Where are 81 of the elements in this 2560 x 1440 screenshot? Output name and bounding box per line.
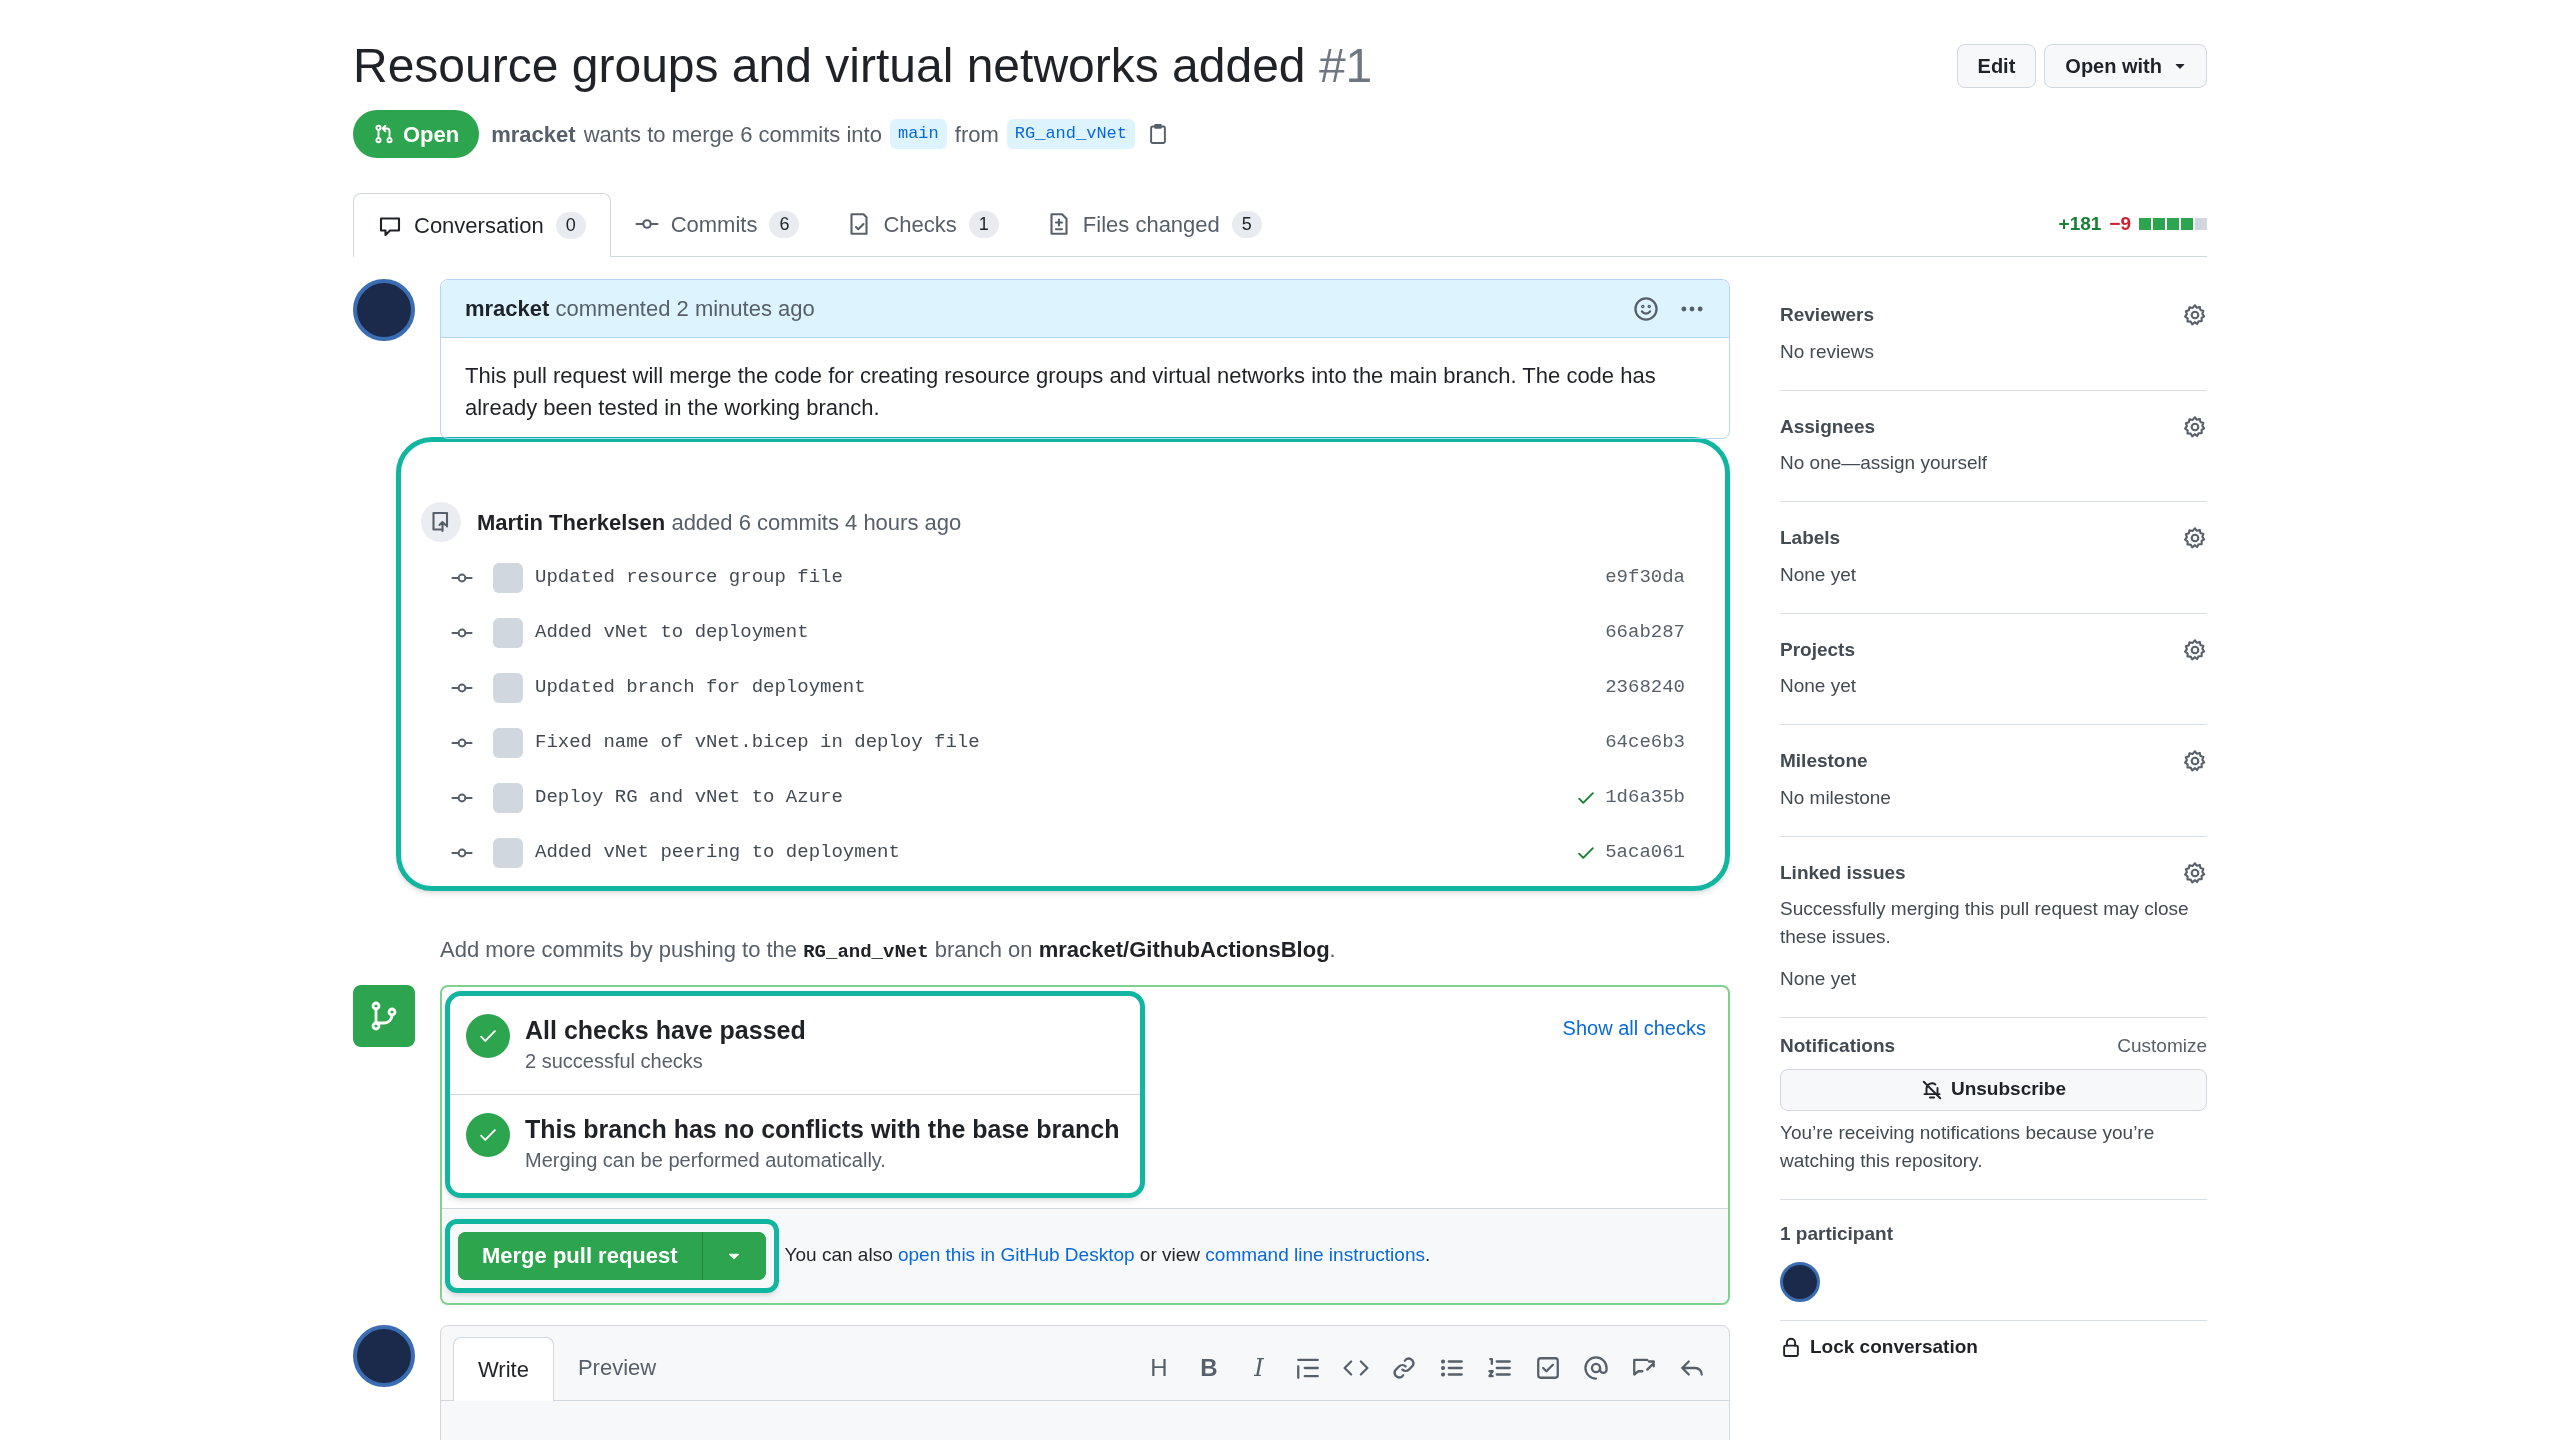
pr-title: Resource groups and virtual networks added #1 [353, 38, 1373, 94]
section-value: No one—assign yourself [1780, 451, 1988, 475]
section-title: 1 participant [1780, 1221, 1894, 1246]
tab[interactable]: Files changed 5 [1022, 192, 1286, 256]
avatar [493, 837, 523, 868]
desktop-link[interactable]: open this in GitHub Desktop [898, 1244, 1135, 1266]
edit-button[interactable]: Edit [1956, 44, 2037, 88]
section-value: Successfully merging this pull request may close these issues. [1780, 897, 2190, 949]
section-value: None yet [1780, 674, 1858, 698]
gear-icon[interactable] [2183, 860, 2207, 885]
additions-count: +181 [2058, 211, 2102, 236]
gear-icon[interactable] [2183, 303, 2207, 328]
editor-tab[interactable]: Write [453, 1336, 554, 1401]
section-value: None yet [1780, 967, 1858, 991]
mention-icon[interactable] [1583, 1354, 1609, 1381]
lock-icon [1780, 1336, 1802, 1359]
editor-tab[interactable]: Preview [553, 1335, 681, 1400]
commit-message[interactable]: Updated resource group file [535, 563, 1606, 592]
show-all-checks-link[interactable]: Show all checks [1562, 1012, 1706, 1043]
commit-sha[interactable]: 5aca061 [1605, 838, 1685, 867]
section-title[interactable]: Assignees [1780, 412, 1876, 441]
check-title: All checks have passed [525, 1014, 806, 1046]
heading-button[interactable]: H [1145, 1349, 1173, 1386]
lock-conversation-button[interactable]: Lock conversation [1780, 1333, 1978, 1362]
section-title[interactable]: Reviewers [1780, 301, 1874, 330]
comment-body: This pull request will merge the code for creating resource groups and virtual networks into the main branch. The code has already been tested in the working branch. [464, 362, 1657, 422]
italic-button[interactable]: I [1245, 1349, 1273, 1386]
command-line-link[interactable]: command line instructions [1205, 1244, 1425, 1266]
commit-message[interactable]: Fixed name of vNet.bicep in deploy file [535, 728, 1606, 757]
section-title: Notifications [1780, 1034, 1896, 1058]
avatar [493, 672, 523, 703]
commit-message[interactable]: Deploy RG and vNet to Azure [535, 783, 1576, 812]
gear-icon[interactable] [2183, 637, 2207, 662]
commit-sha[interactable]: e9f30da [1605, 563, 1685, 592]
commit-message[interactable]: Added vNet peering to deployment [535, 838, 1576, 867]
link-icon[interactable] [1391, 1354, 1417, 1381]
copy-icon[interactable] [1147, 123, 1169, 145]
avatar [493, 562, 523, 593]
open-with-button[interactable]: Open with [2044, 44, 2207, 88]
gear-icon[interactable] [2183, 414, 2207, 439]
merge-options-button[interactable] [701, 1231, 766, 1280]
section-title[interactable]: Linked issues [1780, 858, 1906, 887]
check-subtitle: Merging can be performed automatically. [525, 1147, 887, 1173]
tab[interactable]: Commits 6 [610, 192, 824, 256]
deletions-count: −9 [2109, 211, 2131, 236]
check-title: This branch has no conflicts with the base branch [525, 1113, 1120, 1145]
section-title[interactable]: Labels [1780, 524, 1841, 553]
section-value: No reviews [1780, 339, 1875, 364]
tab[interactable]: Checks 1 [823, 192, 1023, 256]
task-list-icon[interactable] [1535, 1354, 1561, 1381]
commit-sha[interactable]: 64ce6b3 [1605, 728, 1685, 757]
smiley-icon[interactable] [1633, 295, 1659, 322]
avatar [493, 617, 523, 648]
check-subtitle: 2 successful checks [525, 1048, 704, 1074]
avatar [493, 727, 523, 758]
section-value: None yet [1780, 562, 1858, 587]
pull-request-icon [373, 123, 395, 145]
notification-note: You’re receiving notifications because you’re watching this repository. [1780, 1120, 2156, 1173]
commit-sha[interactable]: 66ab287 [1605, 618, 1685, 647]
merge-note: You can also open this in GitHub Desktop or view command line instructions. [784, 1243, 1431, 1268]
bell-slash-icon [1920, 1078, 1943, 1101]
section-title[interactable]: Milestone [1780, 747, 1868, 776]
commit-message[interactable]: Added vNet to deployment [535, 618, 1606, 647]
commit-sha[interactable]: 2368240 [1605, 673, 1685, 702]
customize-link[interactable]: Customize [2117, 1032, 2207, 1061]
merge-summary: mracket wants to merge 6 commits into main from RG_and_vNet [491, 117, 1135, 151]
comment-meta: mracket commented 2 minutes ago [465, 295, 815, 323]
commit-message[interactable]: Updated branch for deployment [535, 673, 1606, 702]
gear-icon[interactable] [2183, 526, 2207, 551]
unsubscribe-button[interactable]: Unsubscribe [1780, 1068, 2207, 1111]
gear-icon[interactable] [2183, 749, 2207, 774]
participant-avatar[interactable] [1780, 1262, 1820, 1302]
tab[interactable]: Conversation 0 [353, 193, 611, 257]
section-value: No milestone [1780, 785, 1892, 810]
commit-sha[interactable]: 1d6a35b [1605, 783, 1685, 812]
section-title[interactable]: Projects [1780, 635, 1855, 664]
state-badge: Open [353, 110, 480, 158]
push-note: Add more commits by pushing to the RG_and_vNet branch on mracket/GithubActionsBlog. [440, 936, 1337, 965]
commit-group-meta: Martin Therkelsen added 6 commits 4 hours ago [477, 508, 962, 537]
bold-button[interactable]: B [1195, 1349, 1223, 1386]
avatar [493, 782, 523, 813]
